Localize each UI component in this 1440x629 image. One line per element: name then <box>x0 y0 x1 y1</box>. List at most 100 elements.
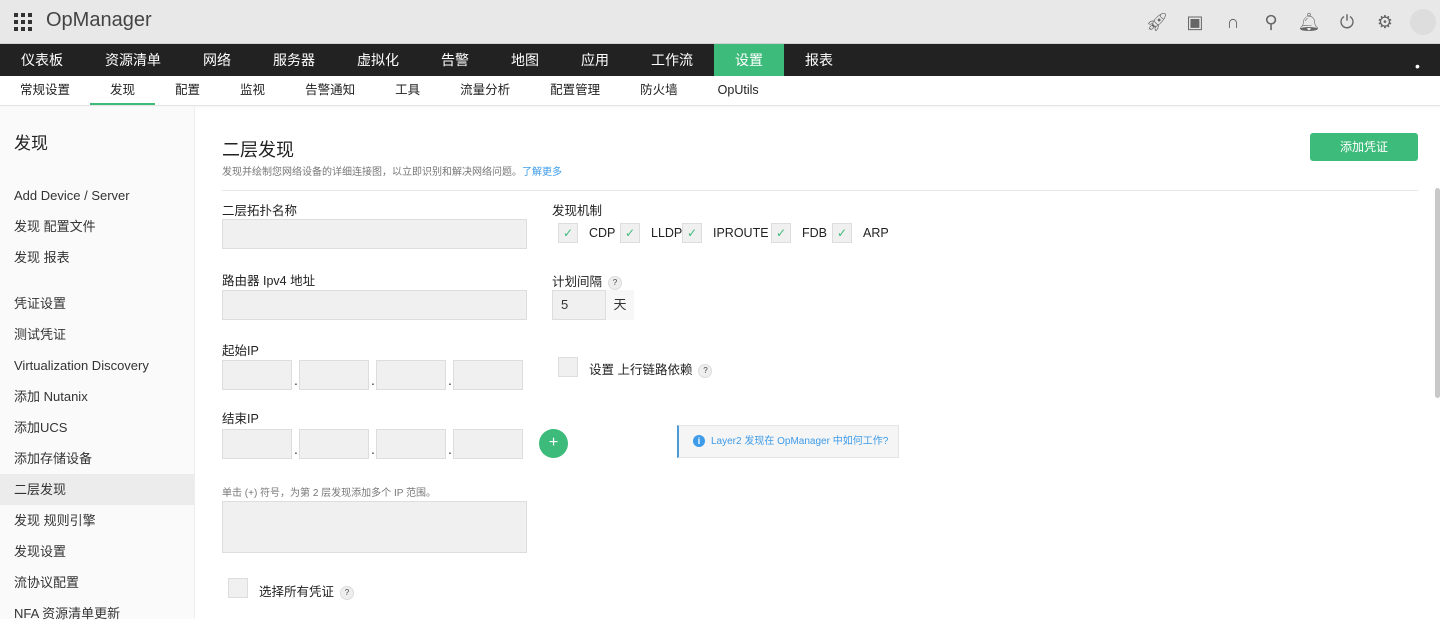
nav-item[interactable]: 仪表板 <box>0 44 84 76</box>
mechanism-label: 发现机制 <box>552 204 603 218</box>
search-icon[interactable]: ⚲ <box>1252 12 1290 33</box>
ip-octet-input[interactable] <box>222 360 292 390</box>
topology-name-label: 二层拓扑名称 <box>222 204 298 218</box>
presentation-icon[interactable]: ▣ <box>1176 12 1214 33</box>
app-title: OpManager <box>46 9 152 31</box>
ip-dot: . <box>448 441 452 457</box>
bell-icon[interactable]: 🔔︎ <box>1290 12 1328 33</box>
topology-name-input[interactable] <box>222 219 527 249</box>
interval-unit: 天 <box>606 290 634 320</box>
subnav-item[interactable]: 流量分析 <box>440 76 530 105</box>
sidebar-title: 发现 <box>14 134 48 153</box>
plug-icon[interactable]: ⏻ <box>1328 12 1366 33</box>
nav-item[interactable]: 服务器 <box>252 44 336 76</box>
nav-item[interactable]: 资源清单 <box>84 44 182 76</box>
sidebar-item[interactable]: 流协议配置 <box>0 567 194 598</box>
sidebar-item[interactable]: 添加存储设备 <box>0 443 194 474</box>
more-icon[interactable]: • • • <box>1394 50 1436 146</box>
select-all-credentials-label: 选择所有凭证? <box>259 581 355 600</box>
subnav-item[interactable]: 配置管理 <box>530 76 620 105</box>
app-grid-icon[interactable] <box>14 13 32 31</box>
mechanism-checkbox-arp[interactable]: ✓ <box>832 223 852 243</box>
sidebar-item[interactable]: Virtualization Discovery <box>0 350 194 381</box>
ip-dot: . <box>448 372 452 388</box>
end-ip-label: 结束IP <box>222 412 259 426</box>
nav-item[interactable]: 虚拟化 <box>336 44 420 76</box>
ip-dot: . <box>294 441 298 457</box>
add-ip-range-button[interactable]: + <box>539 429 568 458</box>
ip-octet-input[interactable] <box>453 429 523 459</box>
nav-item[interactable]: 告警 <box>420 44 490 76</box>
page-description: 发现并绘制您网络设备的详细连接图，以立即识别和解决网络问题。了解更多 <box>222 167 562 178</box>
ip-octet-input[interactable] <box>299 429 369 459</box>
nav-item[interactable]: 工作流 <box>630 44 714 76</box>
main-nav: 仪表板 资源清单 网络 服务器 虚拟化 告警 地图 应用 工作流 设置 报表 • • • <box>0 44 1440 138</box>
sidebar: 发现 Add Device / Server 发现 配置文件 发现 报表凭证设置 测试… <box>0 107 195 621</box>
ip-octet-input[interactable] <box>376 360 446 390</box>
nav-item[interactable]: 报表 <box>784 44 854 76</box>
mechanism-label: CDP <box>589 226 616 240</box>
subnav-item[interactable]: 配置 <box>155 76 220 105</box>
uplink-dependency-checkbox[interactable] <box>558 357 578 377</box>
ip-octet-input[interactable] <box>376 429 446 459</box>
mechanism-checkbox-cdp[interactable]: ✓ <box>558 223 578 243</box>
info-box[interactable]: i Layer2 发现在 OpManager 中如何工作? <box>677 425 899 458</box>
nav-item[interactable]: 地图 <box>490 44 560 76</box>
sidebar-item[interactable]: 添加 Nutanix <box>0 381 194 412</box>
subnav-item[interactable]: 工具 <box>375 76 440 105</box>
rocket-icon[interactable]: 🚀︎ <box>1138 12 1176 33</box>
uplink-dependency-label: 设置 上行链路依赖? <box>589 359 713 378</box>
nav-item[interactable]: 网络 <box>182 44 252 76</box>
start-ip-label: 起始IP <box>222 344 259 358</box>
nav-item[interactable]: 设置 <box>714 44 784 76</box>
add-credential-button[interactable]: 添加凭证 <box>1310 133 1418 161</box>
mechanism-label: IPROUTE <box>713 226 769 240</box>
subnav-item[interactable]: 发现 <box>90 76 156 105</box>
sidebar-item[interactable]: 发现 配置文件 <box>0 211 194 242</box>
interval-input[interactable]: 5 <box>552 290 606 320</box>
gear-icon[interactable]: ⚙ <box>1366 12 1404 33</box>
help-icon[interactable]: ? <box>608 275 623 290</box>
sidebar-item[interactable]: 二层发现 <box>0 474 194 505</box>
subnav-item[interactable]: 常规设置 <box>0 76 90 105</box>
mechanism-checkbox-fdb[interactable]: ✓ <box>771 223 791 243</box>
nav-item[interactable]: 应用 <box>560 44 630 76</box>
mechanism-label: LLDP <box>651 226 683 240</box>
select-all-credentials-checkbox[interactable] <box>228 578 248 598</box>
scrollbar[interactable] <box>1435 188 1440 398</box>
sidebar-item[interactable]: 凭证设置 <box>0 288 194 319</box>
sidebar-item[interactable]: NFA 资源清单更新 <box>0 598 194 629</box>
ip-dot: . <box>371 441 375 457</box>
subnav-item[interactable]: 告警通知 <box>285 76 375 105</box>
router-ip-label: 路由器 Ipv4 地址 <box>222 274 316 288</box>
page-title: 二层发现 <box>222 140 294 160</box>
ip-octet-input[interactable] <box>453 360 523 390</box>
info-icon: i <box>693 435 705 447</box>
sidebar-item[interactable]: Add Device / Server <box>0 180 194 211</box>
sidebar-item[interactable]: 发现 报表 <box>0 242 194 273</box>
learn-more-link[interactable]: 了解更多 <box>522 167 562 178</box>
subnav-item[interactable]: OpUtils <box>698 76 779 105</box>
subnav-item[interactable]: 防火墙 <box>620 76 698 105</box>
ip-octet-input[interactable] <box>299 360 369 390</box>
mechanism-checkbox-iproute[interactable]: ✓ <box>682 223 702 243</box>
sidebar-item[interactable]: 添加UCS <box>0 412 194 443</box>
divider <box>222 190 1418 191</box>
router-ip-input[interactable] <box>222 290 527 320</box>
sidebar-item[interactable]: 发现设置 <box>0 536 194 567</box>
info-link[interactable]: Layer2 发现在 OpManager 中如何工作? <box>711 436 888 447</box>
mechanism-label: ARP <box>863 226 889 240</box>
sub-nav: 常规设置 发现 配置 监视 告警通知 工具 流量分析 配置管理 防火墙 OpUtils <box>0 76 1440 106</box>
headset-icon[interactable]: ∩ <box>1214 12 1252 33</box>
sidebar-item[interactable]: 发现 规则引擎 <box>0 505 194 536</box>
help-icon[interactable]: ? <box>698 363 713 378</box>
ip-ranges-textarea[interactable] <box>222 501 527 553</box>
mechanism-checkbox-lldp[interactable]: ✓ <box>620 223 640 243</box>
avatar[interactable] <box>1410 9 1436 35</box>
help-icon[interactable]: ? <box>340 585 355 600</box>
ip-octet-input[interactable] <box>222 429 292 459</box>
subnav-item[interactable]: 监视 <box>220 76 285 105</box>
sidebar-item[interactable]: 测试凭证 <box>0 319 194 350</box>
top-header: OpManager 🚀︎ ▣ ∩ ⚲ 🔔︎ ⏻ ⚙ <box>0 0 1440 44</box>
